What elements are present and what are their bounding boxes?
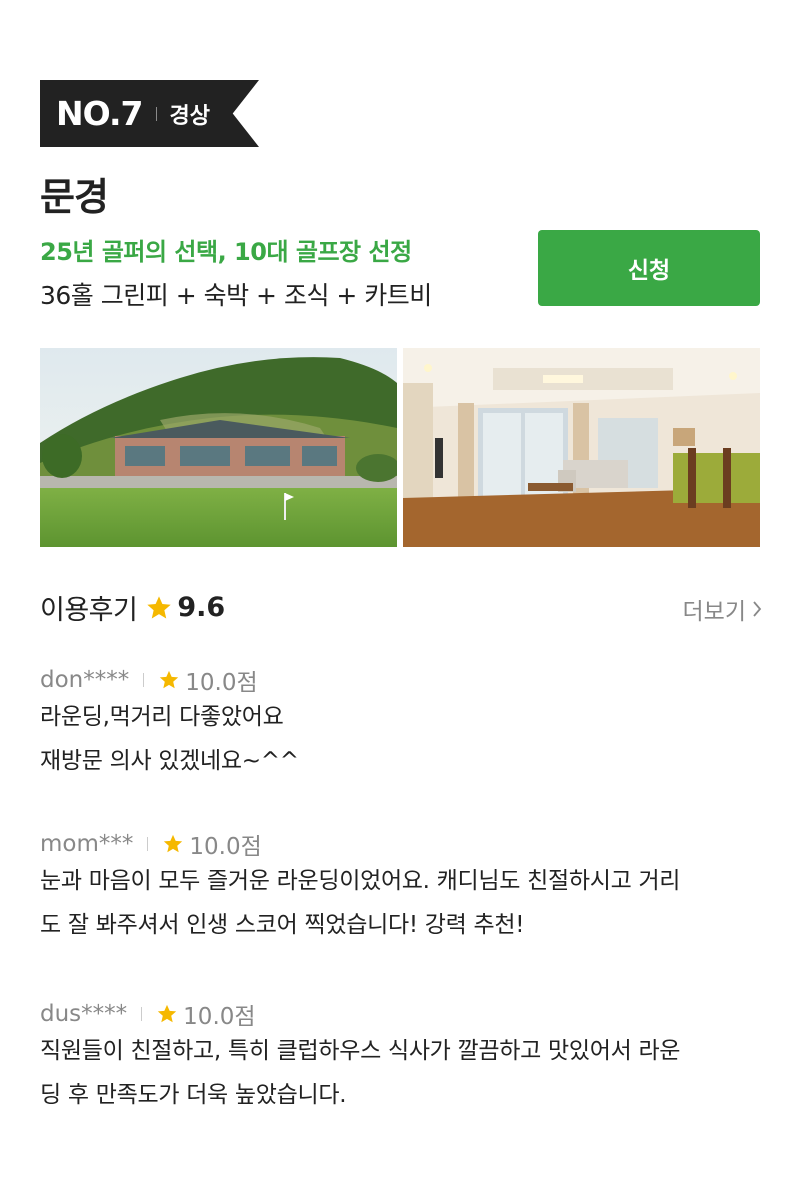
review-item: mom*** 10.0점 눈과 마음이 모두 즐거운 라운딩이었어요. 캐디님도… — [40, 829, 760, 947]
review-text-line: 라운딩,먹거리 다좋았어요 — [40, 704, 284, 730]
rank-region: 경상 — [169, 103, 210, 129]
apply-button[interactable]: 신청 — [538, 230, 760, 306]
chevron-right-icon — [753, 601, 762, 617]
golf-clubhouse-photo — [40, 348, 397, 547]
meta-divider — [147, 837, 149, 851]
review-text: 라운딩,먹거리 다좋았어요 재방문 의사 있겠네요~^^ — [40, 695, 760, 783]
review-text-line: 도 잘 봐주셔서 인생 스코어 찍었습니다! 강력 추천! — [40, 912, 525, 938]
review-text-line: 눈과 마음이 모두 즐거운 라운딩이었어요. 캐디님도 친절하시고 거리 — [40, 868, 681, 894]
review-text: 눈과 마음이 모두 즐거운 라운딩이었어요. 캐디님도 친절하시고 거리 도 잘… — [40, 859, 760, 947]
hotel-room-photo — [403, 348, 760, 547]
reviews-title: 이용후기 — [40, 595, 138, 626]
package-description: 36홀 그린피 + 숙박 + 조식 + 카트비 — [40, 281, 432, 310]
review-user: dus**** — [40, 1001, 128, 1027]
review-text-line: 직원들이 친절하고, 특히 클럽하우스 식사가 깔끔하고 맛있어서 라운 — [40, 1038, 681, 1064]
star-icon — [147, 595, 172, 618]
more-reviews-link[interactable]: 더보기 — [683, 592, 762, 626]
review-meta: mom*** 10.0점 — [40, 829, 760, 860]
star-icon — [160, 670, 179, 689]
course-title: 문경 — [40, 175, 109, 219]
review-text-line: 딩 후 만족도가 더욱 높았습니다. — [40, 1082, 347, 1108]
average-score: 9.6 — [177, 592, 226, 623]
review-meta: dus**** 10.0점 — [40, 999, 760, 1030]
review-score: 10.0점 — [185, 670, 258, 696]
reviews-header: 이용후기 9.6 — [40, 588, 225, 627]
course-highlight: 25년 골퍼의 선택, 10대 골프장 선정 — [40, 238, 412, 266]
rank-number: NO.7 — [56, 94, 143, 133]
review-item: don**** 10.0점 라운딩,먹거리 다좋았어요 재방문 의사 있겠네요~… — [40, 665, 760, 783]
review-user: mom*** — [40, 831, 134, 857]
review-user: don**** — [40, 667, 130, 693]
meta-divider — [141, 1007, 143, 1021]
review-text-line: 재방문 의사 있겠네요~^^ — [40, 748, 299, 774]
review-item: dus**** 10.0점 직원들이 친절하고, 특히 클럽하우스 식사가 깔끔… — [40, 999, 760, 1117]
star-icon — [158, 1004, 177, 1023]
review-score: 10.0점 — [189, 834, 262, 860]
review-meta: don**** 10.0점 — [40, 665, 760, 696]
review-text: 직원들이 친절하고, 특히 클럽하우스 식사가 깔끔하고 맛있어서 라운 딩 후… — [40, 1029, 760, 1117]
more-label: 더보기 — [682, 599, 746, 625]
meta-divider — [143, 673, 145, 687]
review-score: 10.0점 — [183, 1004, 256, 1030]
rank-badge: NO.7 경상 — [40, 80, 259, 147]
rank-divider — [156, 106, 158, 121]
star-icon — [164, 834, 183, 853]
